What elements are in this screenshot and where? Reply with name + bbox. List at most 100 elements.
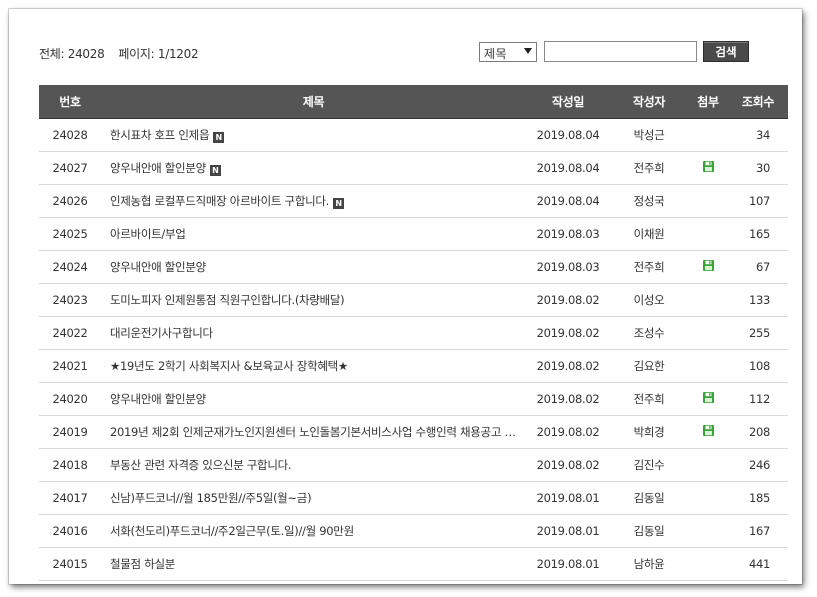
post-title-link[interactable]: 서화(천도리)푸드코너//주2일근무(토.일)//월 90만원 bbox=[110, 524, 354, 538]
post-title-link[interactable]: 인제농협 로컬푸드직매장 아르바이트 구합니다. bbox=[110, 194, 329, 208]
table-row[interactable]: 24022 대리운전기사구합니다 2019.08.02 조성수 255 bbox=[39, 316, 788, 350]
post-number: 24017 bbox=[39, 481, 101, 515]
post-date: 2019.08.04 bbox=[526, 118, 610, 152]
post-title-link[interactable]: 도미노피자 인제원통점 직원구인합니다.(차량배달) bbox=[110, 293, 345, 307]
post-title-link[interactable]: 양우내안애 할인분양 bbox=[110, 392, 206, 406]
chevron-down-icon bbox=[524, 48, 532, 54]
table-row[interactable]: 24028 한시표차 호프 인제읍 N 2019.08.04 박성근 34 bbox=[39, 118, 788, 152]
post-title-link[interactable]: 부동산 관련 자격증 있으신분 구합니다. bbox=[110, 458, 292, 472]
attachment-cell bbox=[688, 349, 728, 383]
new-badge-icon: N bbox=[333, 197, 345, 209]
post-number: 24015 bbox=[39, 547, 101, 581]
post-title-link[interactable]: 양우내안애 할인분양 bbox=[110, 161, 206, 175]
post-number: 24016 bbox=[39, 514, 101, 548]
post-date: 2019.08.01 bbox=[526, 481, 610, 515]
post-author: 조성수 bbox=[610, 316, 688, 350]
table-row[interactable]: 24024 양우내안애 할인분양 2019.08.03 전주희 67 bbox=[39, 250, 788, 284]
attachment-cell bbox=[688, 151, 728, 185]
post-author: 김동일 bbox=[610, 481, 688, 515]
table-row[interactable]: 24018 부동산 관련 자격증 있으신분 구합니다. 2019.08.02 김… bbox=[39, 448, 788, 482]
attachment-cell bbox=[688, 118, 728, 152]
table-row[interactable]: 24017 신남)푸드코너//월 185만원//주5일(월~금) 2019.08… bbox=[39, 481, 788, 515]
post-date: 2019.08.03 bbox=[526, 217, 610, 251]
post-date: 2019.08.03 bbox=[526, 250, 610, 284]
post-author: 김요한 bbox=[610, 349, 688, 383]
attachment-cell bbox=[688, 217, 728, 251]
table-header: 번호 제목 작성일 작성자 첨부 조회수 bbox=[39, 85, 788, 119]
new-badge-icon: N bbox=[209, 164, 221, 176]
table-row[interactable]: 24023 도미노피자 인제원통점 직원구인합니다.(차량배달) 2019.08… bbox=[39, 283, 788, 317]
post-number: 24028 bbox=[39, 118, 101, 152]
attachment-cell bbox=[688, 283, 728, 317]
post-number: 24019 bbox=[39, 415, 101, 449]
post-title-cell: 서화(천도리)푸드코너//주2일근무(토.일)//월 90만원 bbox=[101, 514, 526, 548]
attachment-cell bbox=[688, 514, 728, 548]
post-date: 2019.08.02 bbox=[526, 382, 610, 416]
table-row[interactable]: 24027 양우내안애 할인분양 N 2019.08.04 전주희 30 bbox=[39, 151, 788, 185]
post-title-link[interactable]: 2019년 제2회 인제군재가노인지원센터 노인돌봄기본서비스사업 수행인력 채… bbox=[110, 425, 526, 439]
post-number: 24025 bbox=[39, 217, 101, 251]
board-summary: 전체: 24028 페이지: 1/1202 bbox=[39, 45, 199, 62]
view-count: 34 bbox=[728, 118, 788, 152]
post-title-link[interactable]: 대리운전기사구합니다 bbox=[110, 326, 213, 340]
view-count: 208 bbox=[728, 415, 788, 449]
floppy-disk-icon[interactable] bbox=[702, 260, 714, 274]
post-title-link[interactable]: ★19년도 2학기 사회복지사 &보육교사 장학혜택★ bbox=[110, 359, 348, 373]
post-title-cell: 신남)푸드코너//월 185만원//주5일(월~금) bbox=[101, 481, 526, 515]
attachment-cell bbox=[688, 316, 728, 350]
board-table: 번호 제목 작성일 작성자 첨부 조회수 24028 한시표차 호프 인제읍 N … bbox=[39, 85, 788, 581]
post-title-link[interactable]: 양우내안애 할인분양 bbox=[110, 260, 206, 274]
post-title-cell: 철물점 하실분 bbox=[101, 547, 526, 581]
post-title-link[interactable]: 신남)푸드코너//월 185만원//주5일(월~금) bbox=[110, 491, 312, 505]
post-date: 2019.08.02 bbox=[526, 415, 610, 449]
view-count: 441 bbox=[728, 547, 788, 581]
table-row[interactable]: 24015 철물점 하실분 2019.08.01 남하윤 441 bbox=[39, 547, 788, 581]
board-content: 전체: 24028 페이지: 1/1202 제목 검색 번호 제목 작성일 작성… bbox=[39, 34, 788, 581]
table-row[interactable]: 24021 ★19년도 2학기 사회복지사 &보육교사 장학혜택★ 2019.0… bbox=[39, 349, 788, 383]
post-number: 24027 bbox=[39, 151, 101, 185]
post-number: 24024 bbox=[39, 250, 101, 284]
post-number: 24022 bbox=[39, 316, 101, 350]
search-input[interactable] bbox=[544, 41, 697, 62]
post-title-cell: 2019년 제2회 인제군재가노인지원센터 노인돌봄기본서비스사업 수행인력 채… bbox=[101, 415, 526, 449]
post-title-cell: 양우내안애 할인분양 N bbox=[101, 151, 526, 185]
header-author: 작성자 bbox=[610, 85, 688, 119]
header-views: 조회수 bbox=[728, 85, 788, 119]
table-row[interactable]: 24019 2019년 제2회 인제군재가노인지원센터 노인돌봄기본서비스사업 … bbox=[39, 415, 788, 449]
attachment-cell bbox=[688, 250, 728, 284]
search-button[interactable]: 검색 bbox=[703, 41, 749, 62]
view-count: 108 bbox=[728, 349, 788, 383]
post-author: 박성근 bbox=[610, 118, 688, 152]
post-title-link[interactable]: 아르바이트/부업 bbox=[110, 227, 186, 241]
post-number: 24023 bbox=[39, 283, 101, 317]
floppy-disk-icon[interactable] bbox=[702, 392, 714, 406]
post-date: 2019.08.02 bbox=[526, 349, 610, 383]
table-body: 24028 한시표차 호프 인제읍 N 2019.08.04 박성근 34 240… bbox=[39, 118, 788, 581]
post-number: 24021 bbox=[39, 349, 101, 383]
attachment-cell bbox=[688, 481, 728, 515]
post-title-link[interactable]: 한시표차 호프 인제읍 bbox=[110, 128, 210, 142]
table-row[interactable]: 24016 서화(천도리)푸드코너//주2일근무(토.일)//월 90만원 20… bbox=[39, 514, 788, 548]
floppy-disk-icon[interactable] bbox=[702, 425, 714, 439]
header-num: 번호 bbox=[39, 85, 101, 119]
post-number: 24026 bbox=[39, 184, 101, 218]
post-title-cell: 아르바이트/부업 bbox=[101, 217, 526, 251]
view-count: 255 bbox=[728, 316, 788, 350]
floppy-disk-icon[interactable] bbox=[702, 161, 714, 175]
new-badge-icon: N bbox=[213, 131, 225, 143]
post-date: 2019.08.02 bbox=[526, 316, 610, 350]
post-title-link[interactable]: 철물점 하실분 bbox=[110, 557, 175, 571]
post-date: 2019.08.01 bbox=[526, 514, 610, 548]
post-title-cell: ★19년도 2학기 사회복지사 &보육교사 장학혜택★ bbox=[101, 349, 526, 383]
post-author: 정성국 bbox=[610, 184, 688, 218]
view-count: 167 bbox=[728, 514, 788, 548]
table-row[interactable]: 24020 양우내안애 할인분양 2019.08.02 전주희 112 bbox=[39, 382, 788, 416]
header-title: 제목 bbox=[101, 85, 526, 119]
post-author: 김동일 bbox=[610, 514, 688, 548]
post-date: 2019.08.04 bbox=[526, 184, 610, 218]
search-field-select[interactable]: 제목 bbox=[479, 42, 537, 62]
table-row[interactable]: 24025 아르바이트/부업 2019.08.03 이채원 165 bbox=[39, 217, 788, 251]
table-row[interactable]: 24026 인제농협 로컬푸드직매장 아르바이트 구합니다. N 2019.08.… bbox=[39, 184, 788, 218]
view-count: 185 bbox=[728, 481, 788, 515]
post-title-cell: 양우내안애 할인분양 bbox=[101, 382, 526, 416]
